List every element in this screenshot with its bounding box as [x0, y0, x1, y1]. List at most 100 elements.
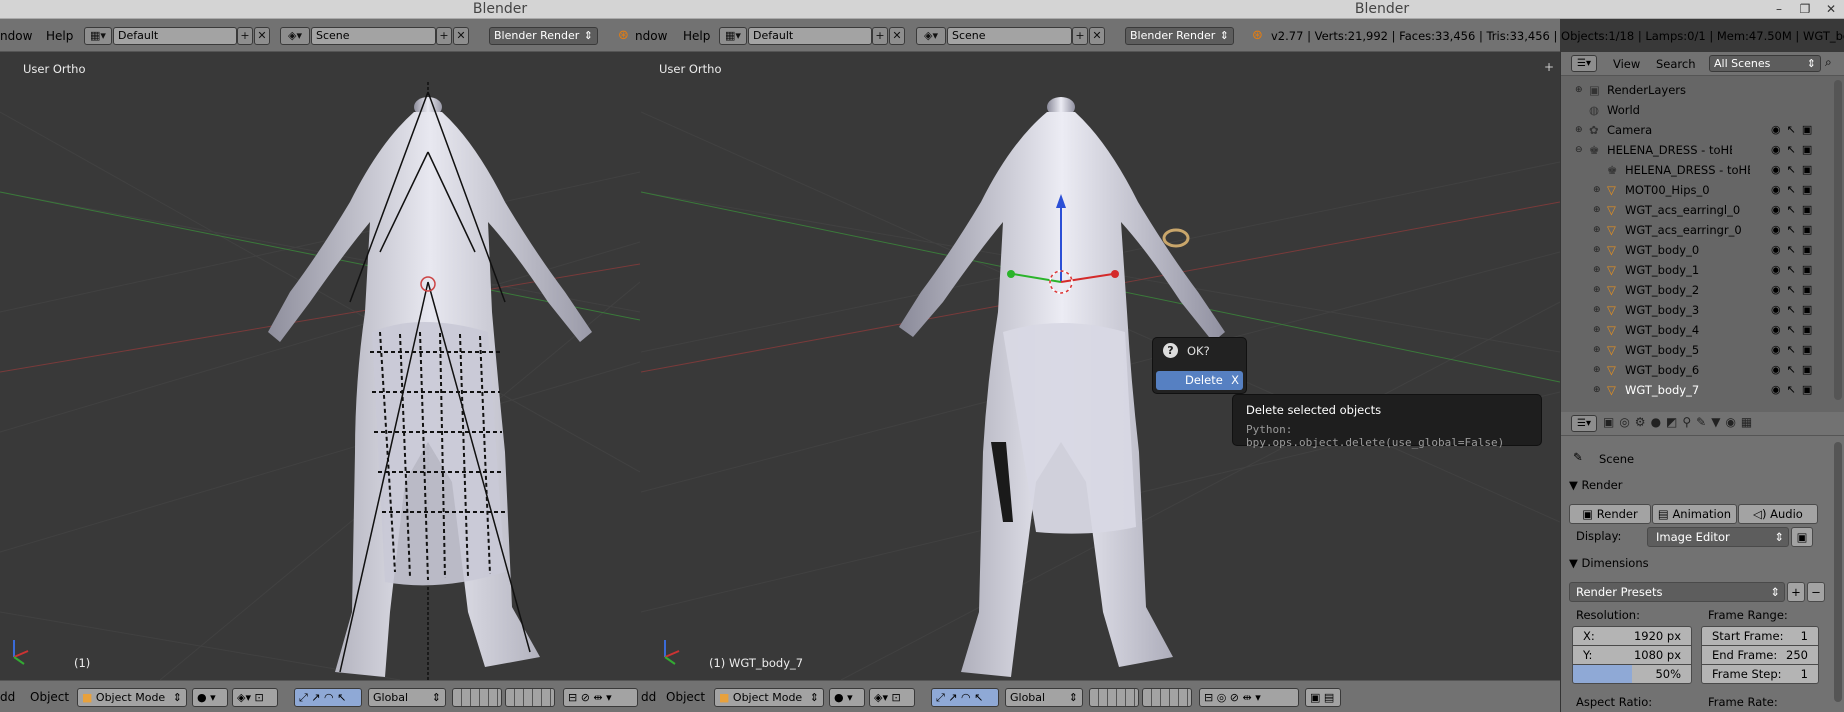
outliner-row[interactable]: ⊕ ▽ WGT_body_6 ◉↖▣: [1561, 360, 1831, 380]
add-layout-button-right[interactable]: +: [872, 27, 888, 45]
layout-icon[interactable]: ▦▾: [84, 27, 112, 45]
scene-icon-right[interactable]: ◈▾: [916, 27, 946, 45]
expand-toggle-icon[interactable]: ⊕: [1593, 300, 1601, 320]
layers-grid-left-b[interactable]: [505, 688, 555, 707]
frame-step-field[interactable]: Frame Step: 1: [1701, 664, 1819, 684]
start-frame-field[interactable]: Start Frame: 1: [1701, 626, 1819, 646]
outliner-editor-icon[interactable]: ☰▾: [1571, 55, 1597, 72]
orientation-select-right[interactable]: Global ⇕: [1005, 688, 1083, 707]
outliner-menu-search[interactable]: Search: [1656, 57, 1696, 71]
manipulator-toggle-left[interactable]: ⤢ ↗ ◠ ↖: [294, 688, 362, 707]
audio-button[interactable]: ◁) Audio: [1738, 504, 1818, 524]
expand-toggle-icon[interactable]: ⊕: [1593, 340, 1601, 360]
menu-window-left[interactable]: ndow: [0, 29, 32, 43]
pivot-select-right[interactable]: ◈▾ ⊡: [869, 688, 915, 707]
outliner-row[interactable]: ◍ World: [1561, 100, 1831, 120]
render-presets-select[interactable]: Render Presets ⇕: [1569, 582, 1785, 602]
expand-toggle-icon[interactable]: ⊕: [1593, 220, 1601, 240]
maximize-button[interactable]: ❐: [1792, 0, 1818, 19]
visibility-icons[interactable]: ◉↖▣: [1771, 140, 1818, 160]
outliner-row[interactable]: ⊕ ▽ WGT_body_7 ◉↖▣: [1561, 380, 1831, 400]
viewport-right[interactable]: User Ortho (1) WGT_body_7 +: [641, 52, 1560, 680]
display-window-icon[interactable]: ▣: [1791, 527, 1813, 547]
add-preset-button[interactable]: +: [1787, 582, 1805, 602]
remove-scene-button[interactable]: ✕: [453, 27, 469, 45]
visibility-icons[interactable]: ◉↖▣: [1771, 120, 1818, 140]
menu-add-right[interactable]: dd: [641, 690, 656, 704]
orientation-select-left[interactable]: Global ⇕: [368, 688, 446, 707]
scene-pin-icon[interactable]: ✎: [1573, 450, 1583, 464]
visibility-icons[interactable]: ◉↖▣: [1771, 260, 1818, 280]
visibility-icons[interactable]: ◉↖▣: [1771, 180, 1818, 200]
render-button[interactable]: ▣ Render: [1569, 504, 1651, 524]
remove-preset-button[interactable]: −: [1807, 582, 1825, 602]
outliner-row[interactable]: ⊕ ▽ WGT_acs_earringl_0 ◉↖▣: [1561, 200, 1831, 220]
add-scene-button-right[interactable]: +: [1072, 27, 1088, 45]
visibility-icons[interactable]: ◉↖▣: [1771, 300, 1818, 320]
visibility-icons[interactable]: ◉↖▣: [1771, 160, 1818, 180]
expand-toggle-icon[interactable]: ⊕: [1593, 200, 1601, 220]
delete-button[interactable]: Delete X: [1156, 371, 1243, 390]
footer-icon-tools-right[interactable]: ⊟ ◎ ⊘ ⇹ ▾: [1199, 688, 1299, 707]
close-button[interactable]: ✕: [1818, 0, 1844, 19]
visibility-icons[interactable]: ◉↖▣: [1771, 200, 1818, 220]
outliner-menu-view[interactable]: View: [1613, 57, 1640, 71]
viewport-shading-left[interactable]: ● ▾: [192, 688, 228, 707]
outliner-row[interactable]: ⊕ ▽ WGT_acs_earringr_0 ◉↖▣: [1561, 220, 1831, 240]
expand-toggle-icon[interactable]: ⊕: [1575, 80, 1583, 100]
animation-button[interactable]: ▤ Animation: [1652, 504, 1737, 524]
outliner-row[interactable]: ⊕ ▽ WGT_body_1 ◉↖▣: [1561, 260, 1831, 280]
visibility-icons[interactable]: ◉↖▣: [1771, 240, 1818, 260]
minimize-button[interactable]: –: [1766, 0, 1792, 19]
layout-field[interactable]: Default: [113, 27, 237, 45]
resolution-y-field[interactable]: Y: 1080 px: [1572, 645, 1692, 665]
scene-field-right[interactable]: Scene: [947, 27, 1072, 45]
layers-grid-right-b[interactable]: [1142, 688, 1192, 707]
layout-icon-right[interactable]: ▦▾: [719, 27, 747, 45]
menu-object-left[interactable]: Object: [30, 690, 69, 704]
menu-add-left[interactable]: dd: [0, 690, 15, 704]
pivot-select-left[interactable]: ◈▾ ⊡: [232, 688, 278, 707]
layers-grid-right-a[interactable]: [1089, 688, 1139, 707]
outliner-row[interactable]: ⊕ ▽ WGT_body_3 ◉↖▣: [1561, 300, 1831, 320]
manipulator-toggle-right[interactable]: ⤢ ↗ ◠ ↖: [931, 688, 999, 707]
render-preview-buttons[interactable]: ▣ ▤: [1305, 688, 1341, 707]
resolution-x-field[interactable]: X: 1920 px: [1572, 626, 1692, 646]
remove-scene-button-right[interactable]: ✕: [1089, 27, 1105, 45]
visibility-icons[interactable]: ◉↖▣: [1771, 380, 1818, 400]
render-engine-select-right[interactable]: Blender Render ⇕: [1125, 27, 1234, 45]
layout-field-right[interactable]: Default: [748, 27, 872, 45]
visibility-icons[interactable]: ◉↖▣: [1771, 320, 1818, 340]
outliner-row[interactable]: ⊕ ▽ WGT_body_2 ◉↖▣: [1561, 280, 1831, 300]
mode-select-left[interactable]: ■ Object Mode ⇕: [77, 688, 187, 707]
expand-toggle-icon[interactable]: ⊕: [1593, 180, 1601, 200]
resolution-percent-field[interactable]: 50%: [1572, 664, 1692, 684]
dimensions-section-toggle[interactable]: ▼ Dimensions: [1569, 556, 1649, 570]
outliner-row[interactable]: ♚ HELENA_DRESS - toHELEN ◉↖▣: [1561, 160, 1831, 180]
outliner-row[interactable]: ⊕ ▽ WGT_body_0 ◉↖▣: [1561, 240, 1831, 260]
visibility-icons[interactable]: ◉↖▣: [1771, 360, 1818, 380]
outliner-row[interactable]: ⊖ ♚ HELENA_DRESS - toHELENA_D ◉↖▣: [1561, 140, 1831, 160]
expand-toggle-icon[interactable]: ⊕: [1593, 380, 1601, 400]
expand-toggle-icon[interactable]: ⊕: [1593, 280, 1601, 300]
footer-icon-tools-left[interactable]: ⊟ ⊘ ⇹ ▾: [563, 688, 638, 707]
outliner-row[interactable]: ⊕ ▽ MOT00_Hips_0 ◉↖▣: [1561, 180, 1831, 200]
visibility-icons[interactable]: ◉↖▣: [1771, 280, 1818, 300]
visibility-icons[interactable]: ◉↖▣: [1771, 220, 1818, 240]
remove-layout-button[interactable]: ✕: [254, 27, 270, 45]
expand-toggle-icon[interactable]: ⊖: [1575, 140, 1583, 160]
outliner-row[interactable]: ⊕ ▽ WGT_body_5 ◉↖▣: [1561, 340, 1831, 360]
outliner-row[interactable]: ⊕ ▽ WGT_body_4 ◉↖▣: [1561, 320, 1831, 340]
scene-field[interactable]: Scene: [311, 27, 436, 45]
properties-editor-icon[interactable]: ☰▾: [1571, 415, 1597, 432]
outliner-row[interactable]: ⊕ ✿ Camera ◉↖▣: [1561, 120, 1831, 140]
menu-help-left[interactable]: Help: [46, 29, 73, 43]
add-layout-button[interactable]: +: [237, 27, 253, 45]
menu-help-right[interactable]: Help: [683, 29, 710, 43]
render-engine-select[interactable]: Blender Render ⇕: [489, 27, 598, 45]
outliner-row[interactable]: ⊕ ▣ RenderLayers: [1561, 80, 1831, 100]
layers-grid-left-a[interactable]: [452, 688, 502, 707]
end-frame-field[interactable]: End Frame: 250: [1701, 645, 1819, 665]
expand-toggle-icon[interactable]: ⊕: [1593, 320, 1601, 340]
render-section-toggle[interactable]: ▼ Render: [1569, 478, 1622, 492]
